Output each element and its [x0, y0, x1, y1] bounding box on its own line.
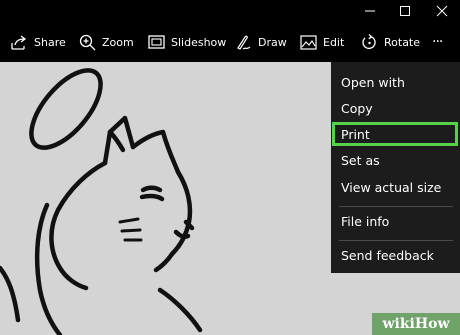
menu-item-copy[interactable]: Copy — [331, 96, 460, 122]
menu-separator — [339, 206, 453, 207]
draw-pen-icon — [237, 35, 251, 50]
menu-item-print[interactable]: Print — [331, 122, 460, 148]
menu-item-open-with[interactable]: Open with — [331, 70, 460, 96]
close-button[interactable] — [424, 0, 460, 22]
share-icon — [11, 34, 27, 50]
menu-item-file-info[interactable]: File info — [331, 209, 460, 235]
share-button[interactable]: Share — [11, 22, 66, 62]
zoom-button[interactable]: Zoom — [79, 22, 134, 62]
zoom-icon — [79, 34, 96, 50]
more-options-button[interactable]: ··· — [432, 22, 443, 62]
draw-label: Draw — [258, 35, 287, 49]
slideshow-button[interactable]: Slideshow — [148, 22, 226, 62]
menu-separator — [339, 240, 453, 241]
toolbar: Share Zoom Slideshow Draw Edit Rotate ··… — [0, 22, 460, 62]
share-label: Share — [34, 35, 66, 49]
minimize-icon — [365, 10, 375, 12]
slideshow-icon — [148, 35, 165, 49]
slideshow-label: Slideshow — [171, 35, 227, 49]
title-bar — [0, 0, 460, 22]
menu-item-view-actual-size[interactable]: View actual size — [331, 175, 460, 201]
maximize-button[interactable] — [387, 0, 423, 22]
close-icon — [436, 5, 448, 17]
more-options-icon: ··· — [432, 34, 443, 50]
edit-image-icon — [300, 34, 317, 50]
wikihow-watermark: wikiHow — [372, 313, 460, 335]
draw-button[interactable]: Draw — [235, 22, 287, 62]
maximize-icon — [400, 6, 410, 16]
edit-label: Edit — [323, 35, 345, 49]
menu-item-send-feedback[interactable]: Send feedback — [331, 243, 460, 269]
minimize-button[interactable] — [352, 0, 388, 22]
context-menu: Open with Copy Print Set as View actual … — [331, 62, 460, 273]
rotate-icon — [362, 33, 376, 49]
menu-item-set-as[interactable]: Set as — [331, 148, 460, 174]
zoom-label: Zoom — [102, 35, 134, 49]
rotate-label: Rotate — [384, 35, 421, 49]
rotate-button[interactable]: Rotate — [361, 22, 420, 62]
edit-button[interactable]: Edit — [300, 22, 344, 62]
